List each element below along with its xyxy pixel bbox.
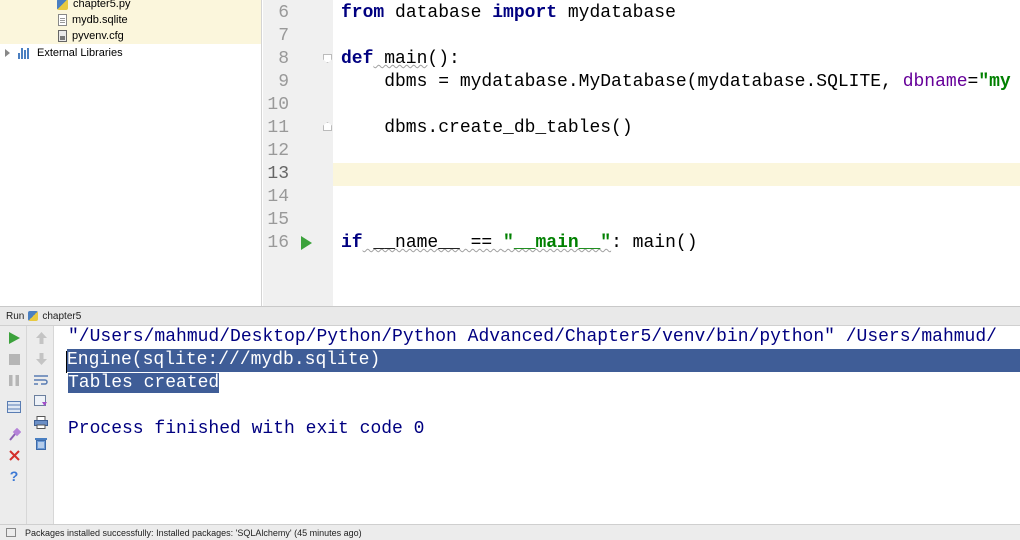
pause-button[interactable] <box>6 372 22 388</box>
run-toolbar-secondary <box>27 326 54 524</box>
scroll-to-end-icon <box>34 394 47 406</box>
project-tree-panel: chapter5.py mydb.sqlite pyvenv.cfg Exter… <box>0 0 262 306</box>
tree-item-label: mydb.sqlite <box>72 14 128 26</box>
stop-button[interactable] <box>6 351 22 367</box>
clear-all-button[interactable] <box>33 435 49 451</box>
play-icon <box>9 332 20 344</box>
run-tool-window-header: Run chapter5 <box>0 306 1020 326</box>
tree-item-chapter5-py[interactable]: chapter5.py <box>0 0 261 12</box>
editor-gutter: 6 7 8 9 10 11 12 13 14 15 16 <box>263 0 333 306</box>
down-stack-button[interactable] <box>33 351 49 367</box>
code-editor[interactable]: 6 7 8 9 10 11 12 13 14 15 16 from databa… <box>263 0 1020 306</box>
line-number: 9 <box>278 72 289 92</box>
stop-icon <box>8 353 20 365</box>
line-number: 16 <box>267 233 289 253</box>
pause-icon <box>9 374 19 386</box>
code-line-11: dbms.create_db_tables() <box>341 118 633 138</box>
library-icon <box>18 47 32 59</box>
tree-item-label: External Libraries <box>37 47 123 59</box>
line-number: 15 <box>267 210 289 230</box>
file-icon <box>58 14 67 26</box>
line-number-current: 13 <box>267 164 289 184</box>
fold-marker-icon[interactable] <box>323 54 332 63</box>
tree-item-external-libraries[interactable]: External Libraries <box>0 45 261 61</box>
run-gutter-icon[interactable] <box>301 236 312 250</box>
rerun-button[interactable] <box>6 330 22 346</box>
scroll-to-end-button[interactable] <box>33 393 49 409</box>
print-button[interactable] <box>33 414 49 430</box>
line-number: 10 <box>267 95 289 115</box>
python-run-config-icon <box>28 311 39 321</box>
run-tab-label[interactable]: Run <box>6 311 24 322</box>
text-caret <box>66 351 67 373</box>
line-number: 14 <box>267 187 289 207</box>
line-number: 11 <box>267 118 289 138</box>
run-toolbar-primary: ? <box>0 326 27 524</box>
console-line-exit: Process finished with exit code 0 <box>68 419 425 439</box>
pin-tab-button[interactable] <box>6 426 22 442</box>
tree-item-mydb-sqlite[interactable]: mydb.sqlite <box>0 12 261 28</box>
code-area[interactable]: from database import mydatabase def main… <box>333 0 1020 306</box>
line-number: 7 <box>278 26 289 46</box>
up-stack-button[interactable] <box>33 330 49 346</box>
close-button[interactable] <box>6 447 22 463</box>
pin-icon <box>8 427 21 441</box>
python-file-icon <box>57 0 68 10</box>
code-line-9: dbms = mydatabase.MyDatabase(mydatabase.… <box>341 72 1011 92</box>
code-line-6: from database import mydatabase <box>341 3 676 23</box>
soft-wrap-button[interactable] <box>33 372 49 388</box>
tree-item-label: pyvenv.cfg <box>72 30 124 42</box>
tool-window-toggle-icon[interactable] <box>6 528 16 537</box>
arrow-up-icon <box>35 332 47 344</box>
status-message[interactable]: Packages installed successfully: Install… <box>25 528 362 538</box>
code-line-16: if __name__ == "__main__": main() <box>341 233 698 253</box>
fold-marker-icon[interactable] <box>323 122 332 131</box>
close-icon <box>8 449 20 461</box>
code-line-13-current <box>333 163 1020 186</box>
soft-wrap-icon <box>34 375 48 385</box>
console-line-command: "/Users/mahmud/Desktop/Python/Python Adv… <box>68 327 997 347</box>
config-file-icon <box>58 30 67 42</box>
arrow-down-icon <box>35 353 47 365</box>
run-config-name[interactable]: chapter5 <box>42 311 81 322</box>
help-icon: ? <box>9 468 19 484</box>
console-line-engine: Engine(sqlite:///mydb.sqlite) <box>67 349 1020 372</box>
status-bar: Packages installed successfully: Install… <box>0 524 1020 540</box>
line-number: 12 <box>267 141 289 161</box>
code-line-8: def main(): <box>341 49 460 69</box>
line-number: 8 <box>278 49 289 69</box>
tree-item-label: chapter5.py <box>73 0 131 10</box>
help-button[interactable]: ? <box>6 468 22 484</box>
restore-layout-button[interactable] <box>6 399 22 415</box>
console-line-tables: Tables created <box>68 373 220 393</box>
trash-icon <box>35 437 47 450</box>
chevron-right-icon[interactable] <box>5 49 10 57</box>
print-icon <box>34 415 48 429</box>
layout-icon <box>7 401 21 413</box>
run-console-output[interactable]: "/Users/mahmud/Desktop/Python/Python Adv… <box>54 326 1020 524</box>
tree-item-pyvenv-cfg[interactable]: pyvenv.cfg <box>0 28 261 44</box>
line-number: 6 <box>278 3 289 23</box>
